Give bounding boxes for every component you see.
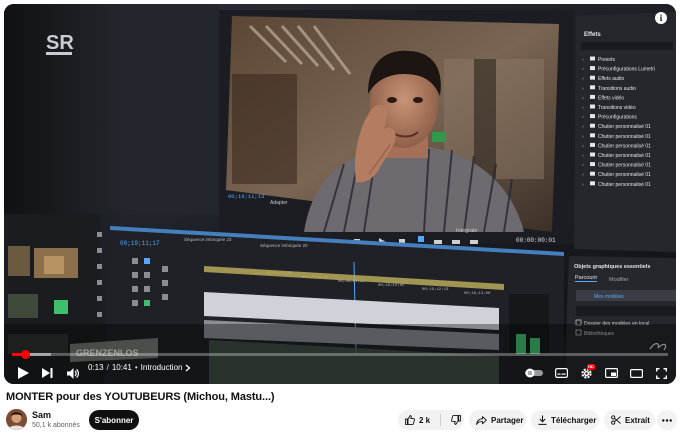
video-player[interactable]: 00;19;11;13 Adapter Intégrale 00:00:00:0… [4, 4, 676, 384]
next-button[interactable] [40, 366, 54, 380]
video-title: MONTER pour des YOUTUBEURS (Michou, Mast… [6, 391, 275, 403]
thumbs-down-icon [451, 415, 461, 425]
channel-name[interactable]: Sam [32, 410, 51, 420]
avatar[interactable] [6, 409, 27, 430]
theater-icon [629, 368, 643, 378]
info-icon[interactable]: i [655, 12, 667, 24]
more-horizontal-icon [662, 418, 672, 422]
download-label: Télécharger [551, 415, 597, 425]
like-count: 2 k [419, 415, 431, 425]
like-divider [440, 414, 442, 426]
fullscreen-button[interactable] [654, 367, 668, 379]
time-separator: / [106, 363, 109, 372]
chapter-separator: • [134, 363, 138, 372]
like-button[interactable]: 2 k [398, 410, 430, 430]
hd-badge: HD [587, 364, 595, 370]
progress-bar[interactable] [12, 350, 668, 359]
time-display: 0:13 / 10:41 • Introduction [88, 363, 191, 372]
settings-button[interactable]: HD [578, 364, 595, 380]
miniplayer-button[interactable] [604, 367, 618, 379]
subscriber-count: 50,1 k abonnés [32, 422, 80, 429]
more-actions-button[interactable] [657, 410, 677, 430]
scissors-icon [611, 415, 621, 425]
clip-label: Extrait [625, 415, 650, 425]
share-icon [476, 415, 487, 425]
chevron-right-icon [186, 364, 191, 371]
volume-icon [67, 367, 79, 379]
subtitles-button[interactable] [554, 367, 568, 379]
miniplayer-icon [604, 368, 618, 378]
next-icon [41, 368, 52, 378]
play-button[interactable] [16, 366, 30, 380]
thumbs-up-icon [405, 415, 415, 425]
current-time: 0:13 [88, 363, 104, 372]
download-button[interactable]: Télécharger [531, 410, 599, 430]
subscribe-button[interactable]: S'abonner [89, 410, 139, 430]
scrubber-knob[interactable] [21, 350, 31, 359]
chapter-title[interactable]: Introduction [141, 363, 183, 372]
volume-button[interactable] [66, 366, 80, 380]
download-icon [538, 415, 547, 425]
duration: 10:41 [111, 363, 132, 372]
theater-mode-button[interactable] [629, 367, 643, 379]
fullscreen-icon [655, 367, 667, 379]
autoplay-toggle-icon [525, 368, 543, 378]
play-icon [17, 367, 29, 379]
autoplay-toggle[interactable] [525, 368, 543, 378]
share-button[interactable]: Partager [469, 410, 526, 430]
dislike-button[interactable] [445, 410, 461, 430]
clip-button[interactable]: Extrait [604, 410, 655, 430]
avatar-image [6, 409, 27, 430]
subtitles-icon [554, 368, 568, 378]
like-dislike-group: 2 k [398, 410, 464, 430]
share-label: Partager [491, 415, 524, 425]
